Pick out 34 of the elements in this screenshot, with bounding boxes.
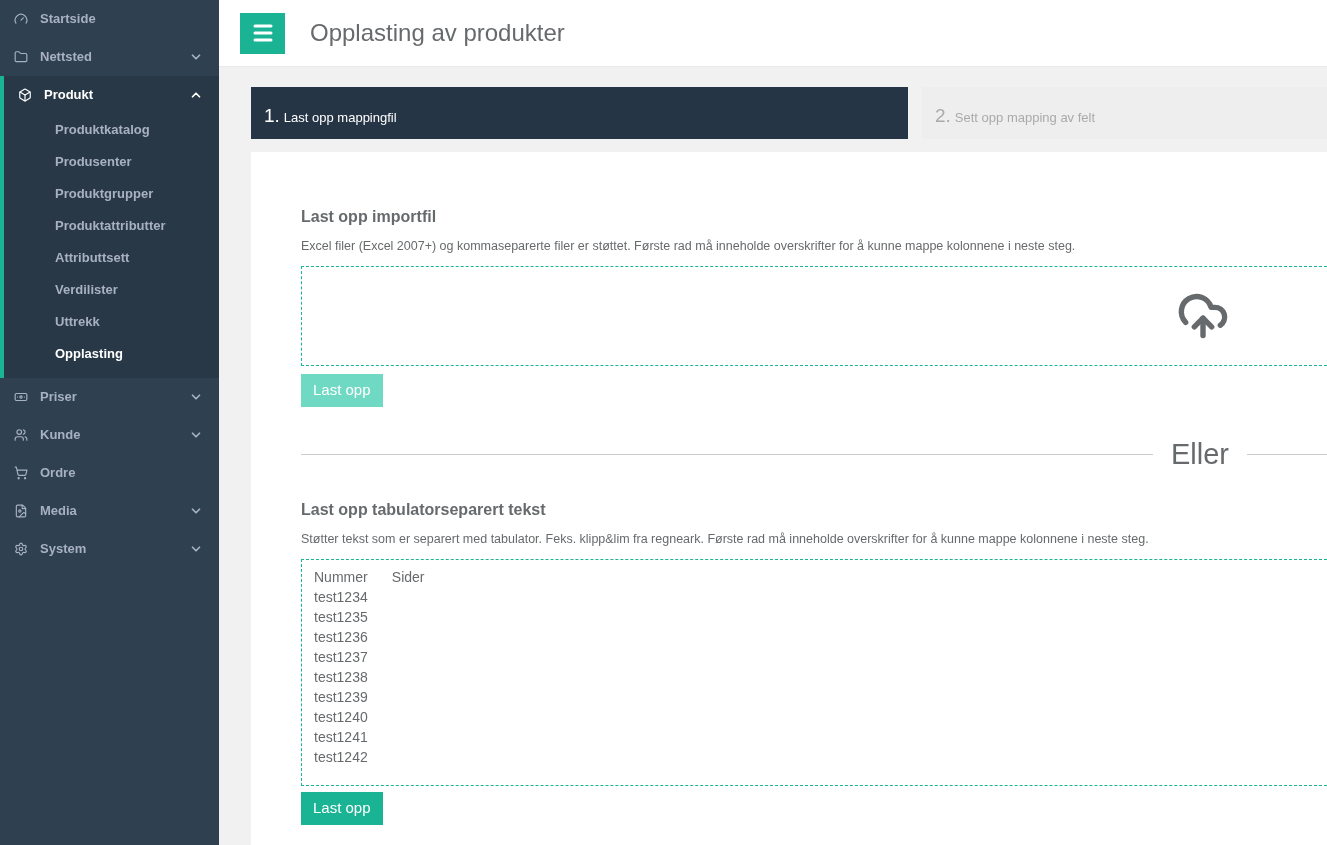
box-icon	[18, 88, 32, 102]
cart-icon	[14, 466, 28, 480]
folder-icon	[14, 50, 28, 64]
sidebar-subitem[interactable]: Produktattributter	[4, 210, 219, 242]
gauge-icon	[14, 12, 28, 26]
sidebar-item[interactable]: Priser	[0, 378, 219, 416]
banknote-icon	[14, 390, 28, 404]
sidebar-subitem[interactable]: Attributtsett	[4, 242, 219, 274]
sidebar-item[interactable]: Startside	[0, 0, 219, 38]
document-icon	[14, 504, 28, 518]
sidebar-item[interactable]: Ordre	[0, 454, 219, 492]
sidebar-subitem[interactable]: Produktkatalog	[4, 114, 219, 146]
sidebar-item[interactable]: Produkt	[4, 76, 219, 114]
sidebar-subitem[interactable]: Opplasting	[4, 338, 219, 370]
section-description: Excel filer (Excel 2007+) og kommaseparerte filer er støttet. Første rad må inneholde overskrifter for å kunne mappe kolonnene i neste steg.	[301, 238, 1077, 255]
sidebar-subitem[interactable]: Verdilister	[4, 274, 219, 306]
wizard-step[interactable]: 1. Last opp mappingfil	[251, 87, 908, 139]
divider-label: Eller	[1170, 436, 1230, 472]
sidebar-item[interactable]: Nettsted	[0, 38, 219, 76]
sidebar-item[interactable]: Media	[0, 492, 219, 530]
section-heading: Last opp tabulatorseparert tekst	[301, 500, 547, 521]
sidebar-subitem[interactable]: Uttrekk	[4, 306, 219, 338]
sidebar-subitem[interactable]: Produktgrupper	[4, 178, 219, 210]
sidebar-subitem[interactable]: Produsenter	[4, 146, 219, 178]
sidebar-item[interactable]: System	[0, 530, 219, 568]
file-dropzone[interactable]	[301, 265, 1327, 366]
settings-icon	[14, 542, 28, 556]
page-title: Opplasting av produkter	[310, 18, 565, 48]
menu-button[interactable]	[240, 12, 285, 54]
sidebar-item[interactable]: Kunde	[0, 416, 219, 454]
section-heading: Last opp importfil	[301, 207, 438, 227]
section-description: Støtter tekst som er separert med tabulator. Feks. klipp&lim fra regneark. Første rad må inneholde overskrifter for å kunne mappe kolonnene i neste steg.	[301, 531, 1150, 549]
users-icon	[14, 428, 28, 442]
text-input-area[interactable]: Nummer Sider test1234 test1235 test1236 test1237 test1238 test1239 test1240 test1241 test1242	[301, 559, 1327, 786]
